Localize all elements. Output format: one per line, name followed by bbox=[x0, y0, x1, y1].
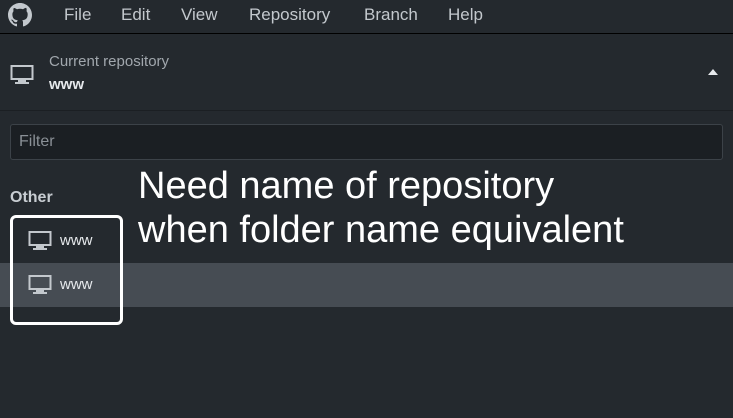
caret-up-icon[interactable] bbox=[706, 65, 720, 79]
menu-file[interactable]: File bbox=[64, 5, 91, 25]
section-header-other: Other bbox=[10, 189, 53, 206]
menu-bar: File Edit View Repository Branch Help bbox=[0, 0, 733, 34]
menu-branch[interactable]: Branch bbox=[364, 5, 418, 25]
menu-view[interactable]: View bbox=[181, 5, 218, 25]
annotation-line-1: Need name of repository bbox=[138, 165, 555, 207]
monitor-icon bbox=[28, 275, 52, 294]
github-octocat-icon[interactable] bbox=[8, 3, 32, 27]
menu-edit[interactable]: Edit bbox=[121, 5, 150, 25]
current-repository-name: www bbox=[49, 76, 85, 93]
current-repository-toggle[interactable]: Current repository www bbox=[0, 35, 733, 111]
annotation-line-2: when folder name equivalent bbox=[138, 209, 624, 251]
menu-repository[interactable]: Repository bbox=[249, 5, 330, 25]
repository-list-item-selected[interactable]: www bbox=[0, 263, 733, 307]
monitor-icon bbox=[28, 231, 52, 250]
repository-list-item-label: www bbox=[60, 232, 93, 249]
github-desktop-window: File Edit View Repository Branch Help Cu… bbox=[0, 0, 733, 418]
monitor-icon bbox=[10, 65, 34, 84]
annotation-text: Need name of repository when folder name… bbox=[138, 164, 728, 252]
repository-list-item-label: www bbox=[60, 276, 93, 293]
menu-help[interactable]: Help bbox=[448, 5, 483, 25]
current-repository-caption: Current repository bbox=[49, 53, 170, 70]
filter-input[interactable] bbox=[10, 124, 723, 160]
